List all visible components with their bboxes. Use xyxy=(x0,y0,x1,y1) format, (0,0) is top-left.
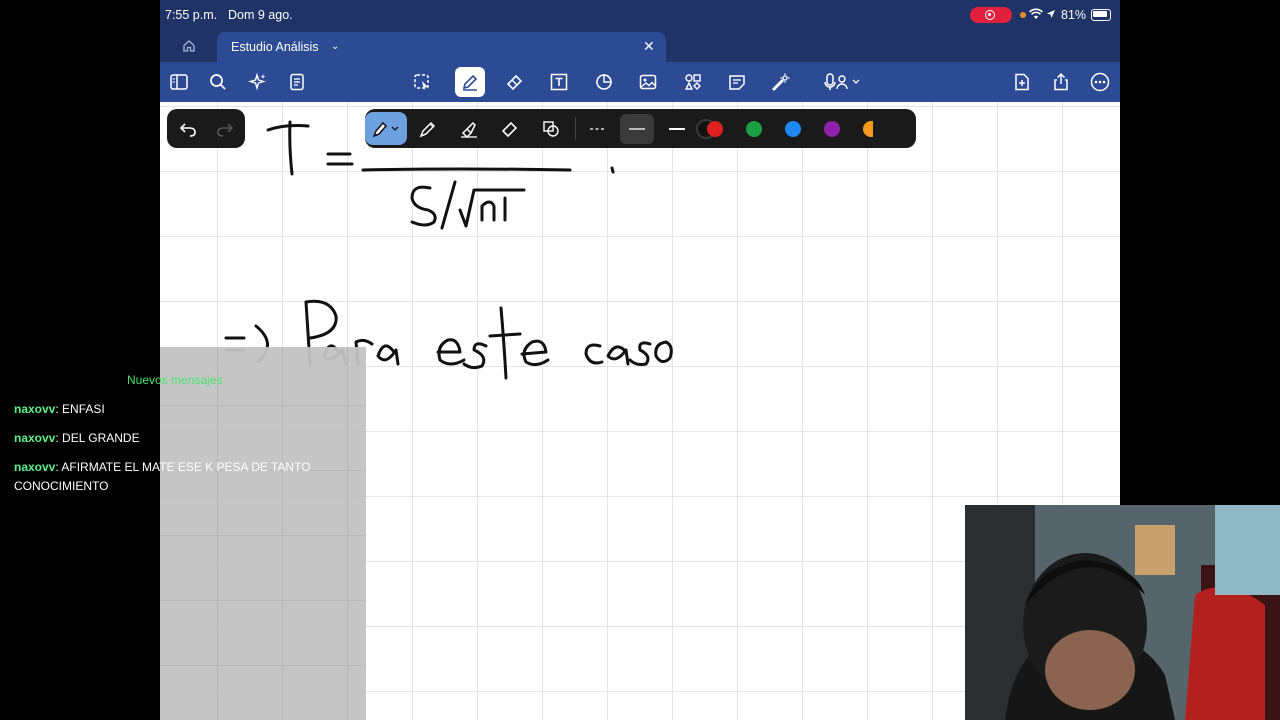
thick-line-icon[interactable] xyxy=(665,117,689,141)
sparkle-icon[interactable] xyxy=(246,70,270,94)
color-purple-swatch[interactable] xyxy=(824,121,840,137)
share-icon[interactable] xyxy=(1049,70,1073,94)
undo-icon[interactable] xyxy=(178,119,198,139)
microphone-icon[interactable] xyxy=(823,70,867,94)
chat-text: : AFIRMATE EL MATE ESE K PESA DE TANTO C… xyxy=(14,460,311,493)
thin-line-icon[interactable] xyxy=(620,114,654,144)
document-tab-title: Estudio Análisis xyxy=(231,40,319,54)
chat-text: : ENFASI xyxy=(55,402,105,416)
chat-username: naxovv xyxy=(14,431,56,445)
sticky-note-icon[interactable] xyxy=(725,70,749,94)
laser-icon[interactable] xyxy=(769,70,793,94)
elements-icon[interactable] xyxy=(681,70,705,94)
location-icon xyxy=(1047,10,1055,18)
privacy-dot-icon xyxy=(1020,12,1026,18)
chevron-down-icon[interactable]: ⌄ xyxy=(331,41,339,52)
eraser-icon[interactable] xyxy=(503,70,527,94)
color-red-swatch[interactable] xyxy=(707,121,723,137)
pen-icon[interactable] xyxy=(455,67,485,97)
image-icon[interactable] xyxy=(636,70,660,94)
color-blue-swatch[interactable] xyxy=(785,121,801,137)
webcam-image xyxy=(965,505,1280,720)
record-icon xyxy=(985,10,995,20)
wifi-icon xyxy=(1029,8,1043,19)
status-time: 7:55 p.m. xyxy=(165,8,218,22)
document-icon[interactable] xyxy=(285,70,309,94)
more-icon[interactable] xyxy=(1088,70,1112,94)
color-green-swatch[interactable] xyxy=(746,121,762,137)
text-icon[interactable] xyxy=(547,70,571,94)
chat-username: naxovv xyxy=(14,402,56,416)
status-bar: 7:55 p.m. Dom 9 ago. 81% xyxy=(160,0,1120,30)
chat-message: naxovv: ENFASI xyxy=(14,400,344,419)
ballpoint-pen-icon[interactable] xyxy=(416,117,440,141)
document-tab[interactable]: Estudio Análisis ⌄ ✕ xyxy=(217,32,666,62)
palette-divider xyxy=(575,117,576,140)
search-icon[interactable] xyxy=(206,70,230,94)
shapes-icon[interactable] xyxy=(592,70,616,94)
toolbar xyxy=(160,62,1120,102)
sidebar-icon[interactable] xyxy=(167,70,191,94)
highlighter-icon[interactable] xyxy=(457,117,481,141)
battery-icon xyxy=(1091,9,1111,21)
pen-palette xyxy=(365,109,916,148)
add-page-icon[interactable] xyxy=(1010,70,1034,94)
tab-bar: Estudio Análisis ⌄ ✕ xyxy=(160,30,1120,62)
chat-username: naxovv xyxy=(14,460,56,474)
webcam-feed xyxy=(965,505,1280,720)
redo-icon[interactable] xyxy=(215,119,235,139)
chat-message: naxovv: AFIRMATE EL MATE ESE K PESA DE T… xyxy=(14,458,334,496)
chat-text: : DEL GRANDE xyxy=(55,431,140,445)
fountain-pen-tool[interactable] xyxy=(365,112,407,145)
chat-header: Nuevos mensajes xyxy=(127,373,223,387)
shape-tool-icon[interactable] xyxy=(539,117,563,141)
color-orange-swatch[interactable] xyxy=(863,121,873,137)
lasso-icon[interactable] xyxy=(410,70,434,94)
home-icon[interactable] xyxy=(182,39,196,53)
dashed-line-icon[interactable] xyxy=(586,117,610,141)
chat-message: naxovv: DEL GRANDE xyxy=(14,429,344,448)
screen-recording-indicator[interactable] xyxy=(970,7,1012,23)
status-date: Dom 9 ago. xyxy=(228,8,293,22)
battery-percentage: 81% xyxy=(1061,8,1087,22)
undo-redo-bar xyxy=(167,109,245,148)
close-icon[interactable]: ✕ xyxy=(643,38,655,55)
eraser-tool-icon[interactable] xyxy=(498,117,522,141)
